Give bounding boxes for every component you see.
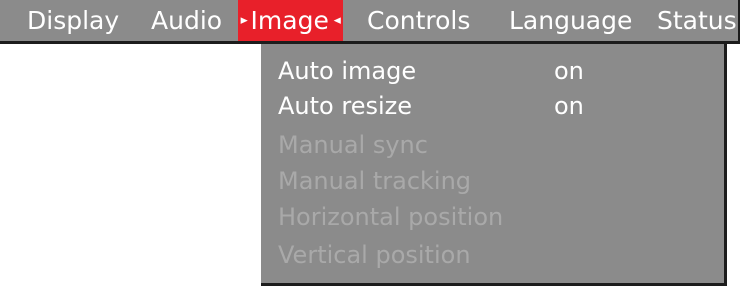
menu-item-manual-sync: Manual sync bbox=[278, 131, 428, 159]
tab-image-label: Image bbox=[250, 6, 329, 35]
left-pointer-icon: ◂ bbox=[333, 13, 341, 28]
tab-image[interactable]: ▸ Image ◂ bbox=[238, 0, 344, 41]
tab-status[interactable]: Status bbox=[657, 0, 737, 41]
tab-language[interactable]: Language bbox=[509, 0, 632, 41]
menu-item-auto-resize[interactable]: Auto resize bbox=[278, 88, 412, 124]
auto-resize-value[interactable]: on bbox=[554, 88, 584, 124]
menu-item-vertical-position: Vertical position bbox=[278, 241, 471, 269]
menu-item-manual-tracking: Manual tracking bbox=[278, 167, 472, 195]
image-dropdown-menu: Auto image on Auto resize on Manual sync… bbox=[261, 44, 727, 286]
menu-bar: Display Audio ▸ Image ◂ Controls Languag… bbox=[0, 0, 740, 44]
tab-display[interactable]: Display bbox=[27, 0, 119, 41]
auto-image-value[interactable]: on bbox=[554, 53, 584, 89]
tab-controls[interactable]: Controls bbox=[367, 0, 470, 41]
menu-item-horizontal-position: Horizontal position bbox=[278, 203, 504, 231]
right-pointer-icon: ▸ bbox=[240, 13, 248, 28]
menu-item-auto-image[interactable]: Auto image bbox=[278, 53, 416, 89]
tab-audio[interactable]: Audio bbox=[151, 0, 222, 41]
